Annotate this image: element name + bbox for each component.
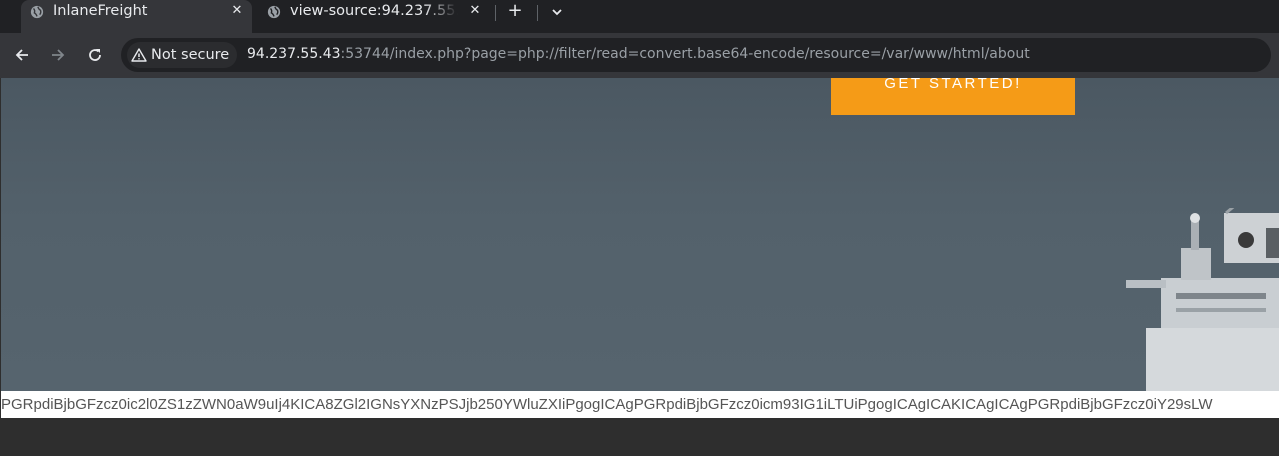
reload-icon[interactable]: [85, 45, 105, 65]
globe-icon: [267, 5, 281, 19]
tab-view-source[interactable]: view-source:94.237.55.43:53744/index.php…: [258, 0, 491, 33]
get-started-button[interactable]: GET STARTED!: [831, 78, 1075, 115]
not-secure-label: Not secure: [151, 47, 230, 63]
tab-title: view-source:94.237.55.43:53744/index.php: [290, 3, 458, 19]
back-arrow-icon[interactable]: [12, 45, 32, 65]
url-host: 94.237.55.43: [247, 46, 341, 62]
browser-toolbar: Not secure 94.237.55.43:53744/index.php?…: [0, 33, 1279, 78]
new-tab-button[interactable]: +: [505, 1, 525, 21]
tab-title: InlaneFreight: [53, 3, 148, 19]
page-viewport: GET STARTED! PGRpdiBjbGFzcz0ic2l0ZS1zZWN…: [0, 78, 1279, 456]
url-path: :53744/index.php?page=php://filter/read=…: [340, 46, 1030, 62]
tab-divider: [537, 5, 538, 21]
tab-strip: InlaneFreight ✕ view-source:94.237.55.43…: [0, 0, 1279, 33]
tab-inlanefreight[interactable]: InlaneFreight ✕: [21, 0, 252, 33]
globe-icon: [30, 5, 44, 19]
close-tab-icon[interactable]: ✕: [229, 3, 245, 19]
hero-banner: GET STARTED!: [1, 78, 1279, 391]
tab-divider: [495, 5, 496, 21]
address-bar[interactable]: Not secure 94.237.55.43:53744/index.php?…: [121, 38, 1271, 72]
security-indicator[interactable]: Not secure: [127, 42, 238, 68]
chevron-down-icon[interactable]: [548, 3, 566, 21]
url-text[interactable]: 94.237.55.43:53744/index.php?page=php://…: [247, 46, 1030, 62]
base64-output: PGRpdiBjbGFzcz0ic2l0ZS1zZWN0aW9uIj4KICA8…: [1, 391, 1279, 418]
warning-icon: [131, 48, 147, 62]
get-started-label: GET STARTED!: [884, 78, 1022, 92]
close-tab-icon[interactable]: ✕: [467, 3, 483, 19]
ship-image: [1126, 208, 1279, 391]
forward-arrow-icon[interactable]: [48, 45, 68, 65]
